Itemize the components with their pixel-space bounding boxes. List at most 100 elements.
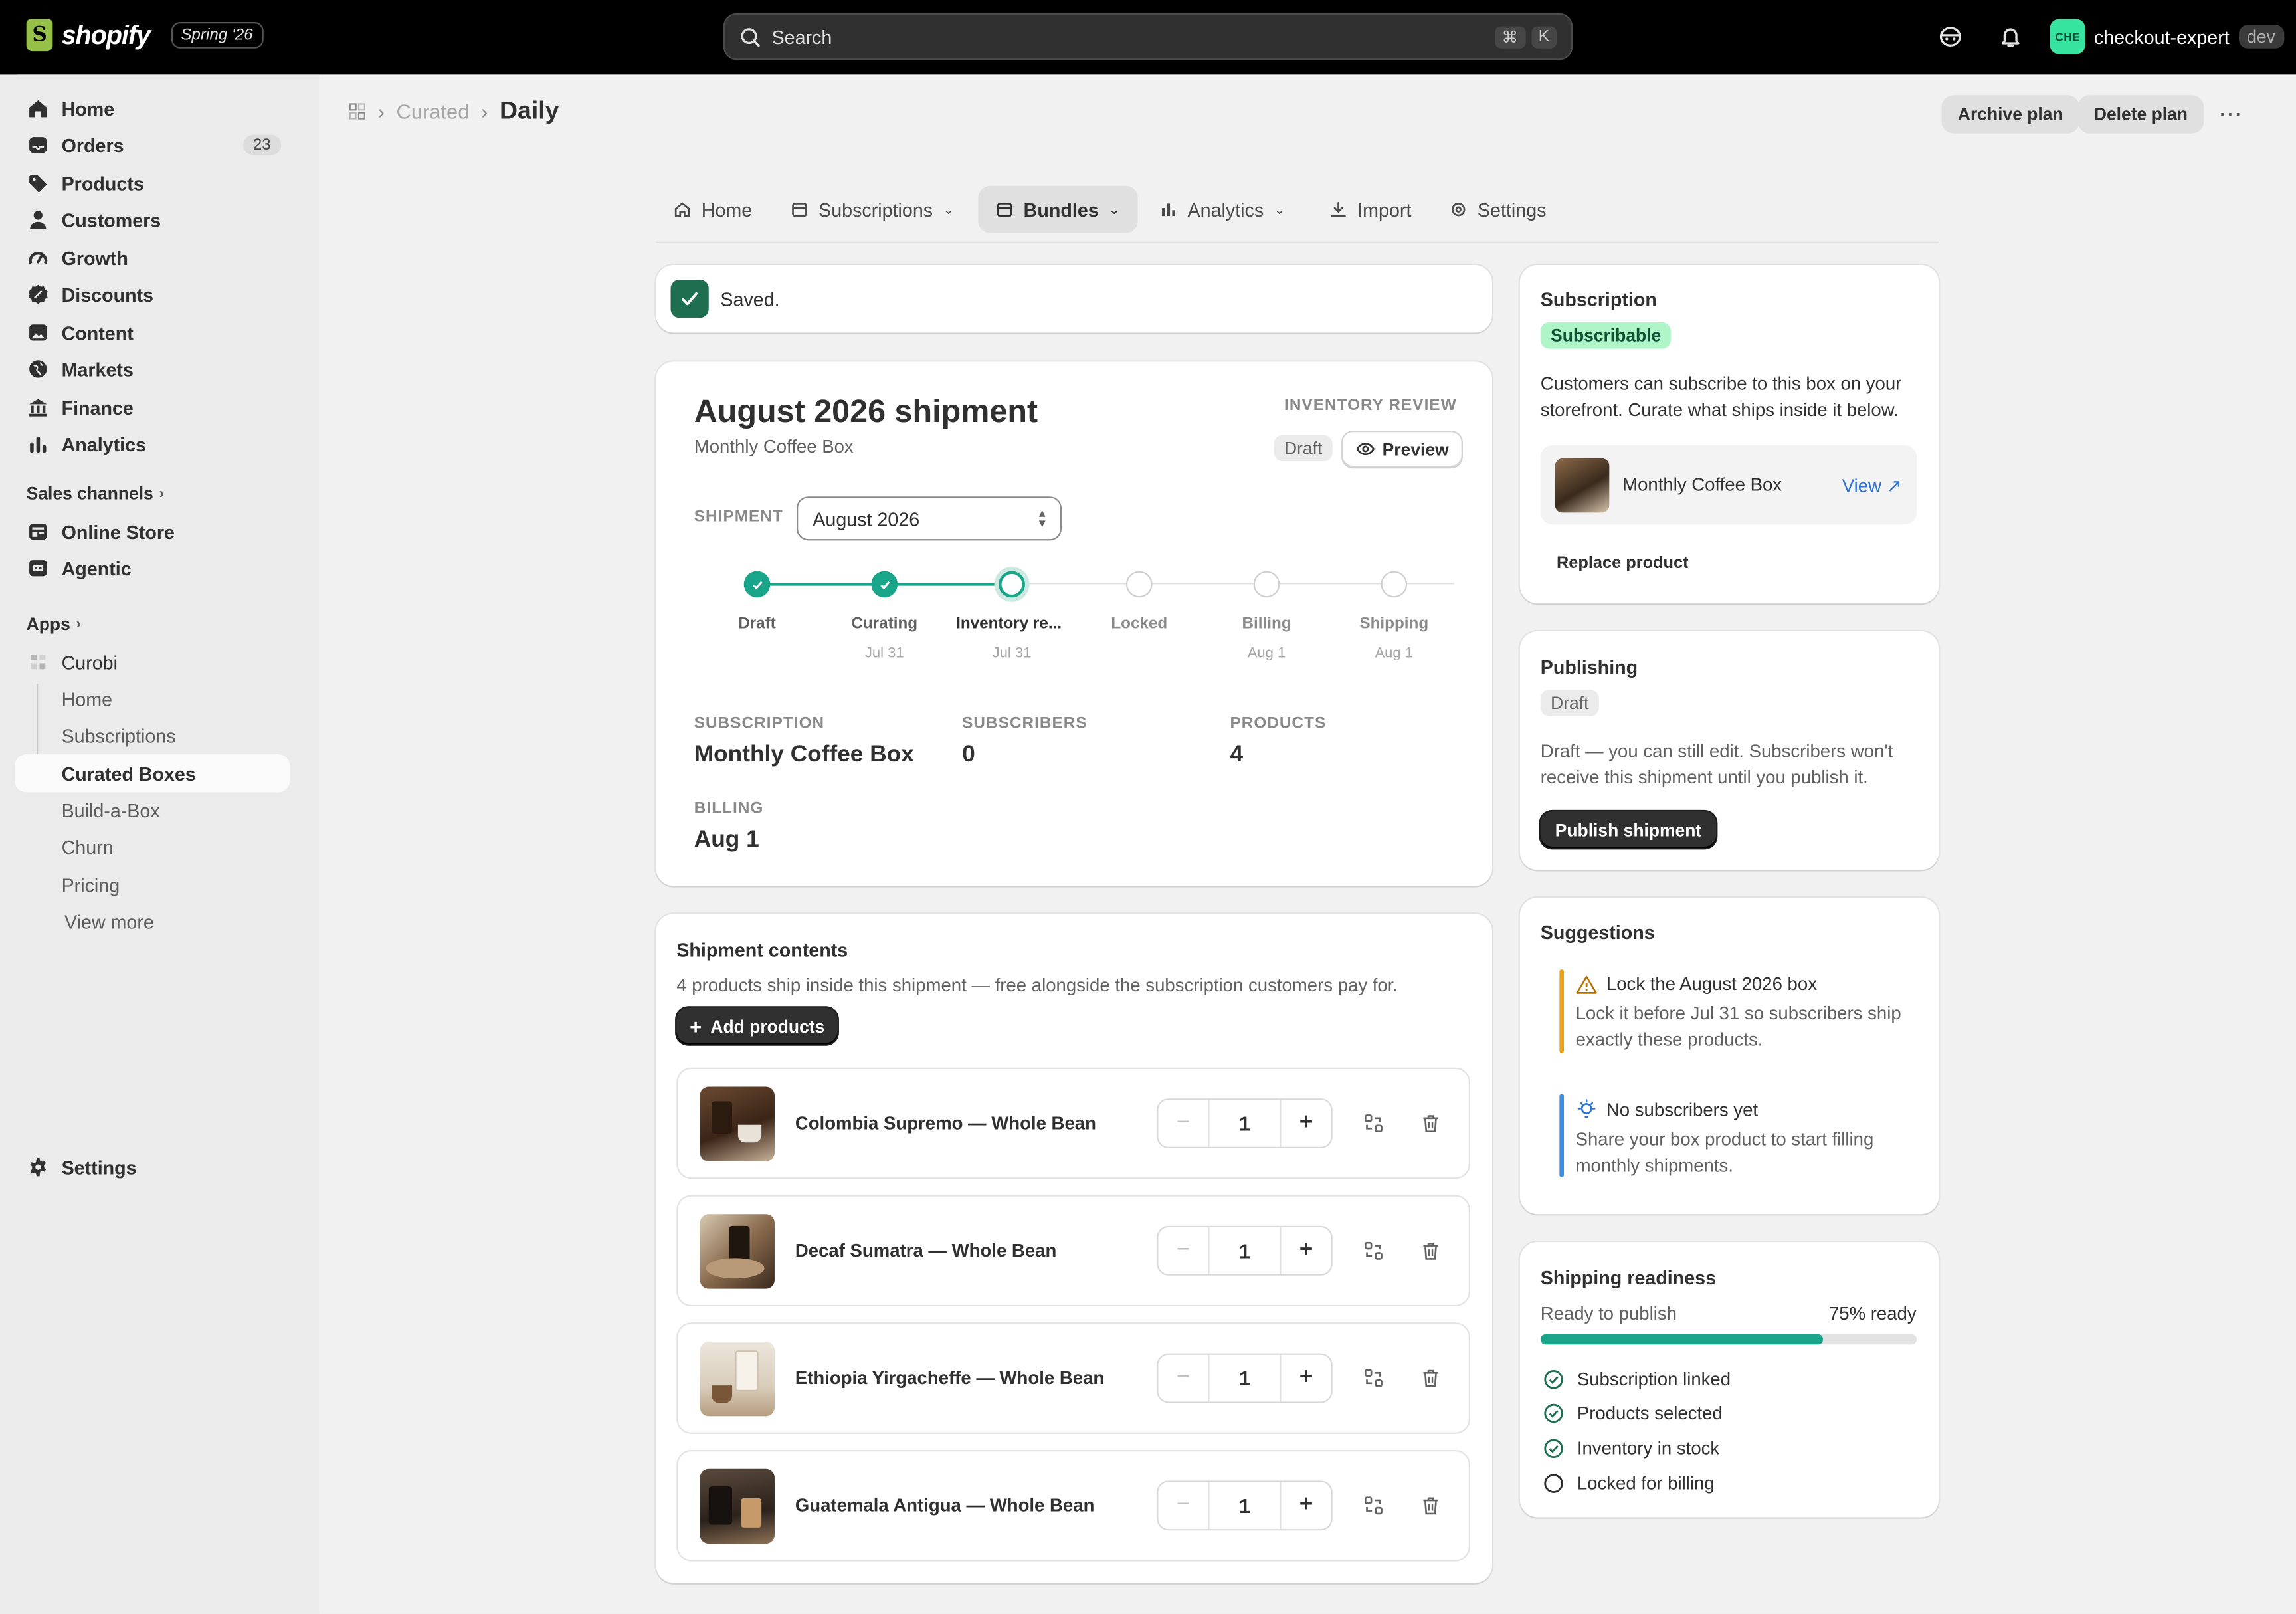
- sidebar-item-label: Products: [61, 171, 144, 195]
- shipment-select[interactable]: August 2026 ▴ ▾: [797, 496, 1062, 541]
- tab-subscriptions[interactable]: Subscriptions ⌄: [773, 186, 972, 233]
- quantity-input[interactable]: 1: [1208, 1354, 1282, 1402]
- sidebar-item-growth[interactable]: Growth: [15, 239, 290, 276]
- preview-button[interactable]: Preview: [1341, 431, 1464, 468]
- stat-caption: BILLING: [694, 799, 764, 817]
- breadcrumb-parent[interactable]: Curated: [397, 100, 470, 123]
- sidebar-item-curobi[interactable]: Curobi: [15, 643, 290, 681]
- sidebar-item-finance[interactable]: Finance: [15, 388, 290, 426]
- subscribable-badge: Subscribable: [1540, 322, 1672, 349]
- table-row: Decaf Sumatra — Whole Bean − 1 +: [676, 1195, 1470, 1307]
- orders-count-badge: 23: [242, 134, 282, 155]
- decrement-button[interactable]: −: [1158, 1355, 1208, 1402]
- chevron-right-icon: ›: [76, 615, 81, 633]
- tab-import[interactable]: Import: [1312, 186, 1429, 233]
- suggestion-item: No subscribers yet Share your box produc…: [1561, 1098, 1913, 1179]
- quantity-input[interactable]: 1: [1208, 1227, 1282, 1274]
- sidebar-item-products[interactable]: Products: [15, 164, 290, 202]
- trash-icon[interactable]: [1419, 1112, 1442, 1135]
- archive-plan-button[interactable]: Archive plan: [1941, 95, 2079, 134]
- tab-bundles[interactable]: Bundles ⌄: [978, 185, 1138, 233]
- swap-icon[interactable]: [1362, 1366, 1385, 1389]
- step-date: Aug 1: [1375, 646, 1414, 662]
- shipment-select-label: SHIPMENT: [694, 508, 783, 526]
- quantity-input[interactable]: 1: [1208, 1482, 1282, 1530]
- sidebar-item-label: Curobi: [61, 651, 118, 673]
- sidekick-icon[interactable]: [1936, 22, 1965, 51]
- replace-product-button[interactable]: Replace product: [1557, 555, 1689, 572]
- view-product-link[interactable]: View ↗: [1842, 474, 1902, 496]
- quantity-stepper: − 1 +: [1157, 1480, 1333, 1531]
- increment-button[interactable]: +: [1282, 1227, 1331, 1274]
- decrement-button[interactable]: −: [1158, 1227, 1208, 1274]
- sales-channels-label: Sales channels: [26, 483, 153, 504]
- publish-shipment-button[interactable]: Publish shipment: [1540, 811, 1717, 849]
- trash-icon[interactable]: [1419, 1239, 1442, 1262]
- sidebar-subitem-pricing[interactable]: Pricing: [62, 874, 120, 896]
- decrement-button[interactable]: −: [1158, 1100, 1208, 1147]
- decrement-button[interactable]: −: [1158, 1482, 1208, 1530]
- sidebar-subitem-home[interactable]: Home: [62, 688, 112, 710]
- more-actions-button[interactable]: ⋯: [2214, 98, 2246, 130]
- tab-label: Subscriptions: [818, 198, 933, 221]
- shopify-bag-icon: [26, 19, 53, 52]
- check-label: Locked for billing: [1577, 1473, 1715, 1494]
- tab-home[interactable]: Home: [656, 186, 769, 233]
- sales-channels-heading[interactable]: Sales channels ›: [27, 483, 164, 504]
- trash-icon[interactable]: [1419, 1366, 1442, 1389]
- bar-chart-icon: [27, 432, 50, 455]
- sidebar-subitem-churn[interactable]: Churn: [62, 837, 114, 858]
- swap-icon[interactable]: [1362, 1239, 1385, 1262]
- plus-icon: +: [690, 1014, 702, 1038]
- increment-button[interactable]: +: [1282, 1355, 1331, 1402]
- sidebar-item-discounts[interactable]: Discounts: [15, 275, 290, 313]
- eye-icon: [1356, 443, 1375, 456]
- delete-plan-button[interactable]: Delete plan: [2077, 95, 2204, 134]
- sidebar-item-label: Home: [61, 97, 115, 120]
- gauge-icon: [27, 246, 50, 269]
- draft-badge: Draft: [1274, 435, 1333, 462]
- increment-button[interactable]: +: [1282, 1100, 1331, 1147]
- swap-icon[interactable]: [1362, 1112, 1385, 1135]
- stat-products-value: 4: [1230, 742, 1244, 767]
- readiness-check-item: Subscription linked: [1543, 1369, 1731, 1390]
- sidebar-item-content[interactable]: Content: [15, 314, 290, 352]
- sidebar-item-agentic[interactable]: Agentic: [15, 550, 290, 587]
- sidebar-item-settings[interactable]: Settings: [15, 1148, 290, 1186]
- sidebar-item-analytics[interactable]: Analytics: [15, 425, 290, 462]
- trash-icon[interactable]: [1419, 1494, 1442, 1517]
- sidebar-subitem-curated-boxes[interactable]: Curated Boxes: [15, 754, 290, 793]
- account-menu[interactable]: CHE checkout-expert dev: [2050, 19, 2285, 54]
- sidebar-item-customers[interactable]: Customers: [15, 201, 290, 239]
- product-name: Guatemala Antigua — Whole Bean: [795, 1495, 1095, 1516]
- sidebar-item-orders[interactable]: Orders 23: [15, 126, 290, 164]
- gear-icon: [27, 1156, 50, 1179]
- logo-text: shopify: [61, 19, 151, 49]
- bank-icon: [27, 395, 50, 419]
- sidebar-item-online-store[interactable]: Online Store: [15, 512, 290, 550]
- sidebar-item-markets[interactable]: Markets: [15, 350, 290, 388]
- increment-button[interactable]: +: [1282, 1482, 1331, 1530]
- sidebar-item-label: Discounts: [61, 283, 154, 306]
- step-label: Shipping: [1359, 615, 1429, 633]
- publishing-description: Draft — you can still edit. Subscribers …: [1540, 741, 1893, 788]
- add-products-button[interactable]: + Add products: [676, 1007, 838, 1045]
- sidebar-subitem-subscriptions[interactable]: Subscriptions: [62, 725, 176, 747]
- sidebar-item-home[interactable]: Home: [15, 89, 290, 127]
- search-shortcut: ⌘ K: [1494, 25, 1557, 48]
- bell-icon[interactable]: [1996, 22, 2025, 51]
- apps-heading[interactable]: Apps ›: [27, 614, 81, 635]
- shopify-logo[interactable]: shopify Spring '26: [26, 19, 264, 52]
- app-grid-icon[interactable]: [349, 102, 366, 120]
- calendar-icon: [792, 203, 807, 217]
- tab-analytics[interactable]: Analytics ⌄: [1142, 186, 1303, 233]
- suggestion-text: Share your box product to start filling …: [1575, 1129, 1874, 1176]
- sidebar-view-more[interactable]: View more: [64, 911, 154, 933]
- tab-settings[interactable]: Settings: [1432, 186, 1564, 233]
- quantity-input[interactable]: 1: [1208, 1100, 1282, 1147]
- checkmark-icon: [670, 279, 709, 318]
- swap-icon[interactable]: [1362, 1494, 1385, 1517]
- readiness-check-item: Products selected: [1543, 1403, 1723, 1423]
- search-input[interactable]: Search ⌘ K: [723, 13, 1573, 60]
- sidebar-subitem-build-a-box[interactable]: Build-a-Box: [62, 799, 160, 821]
